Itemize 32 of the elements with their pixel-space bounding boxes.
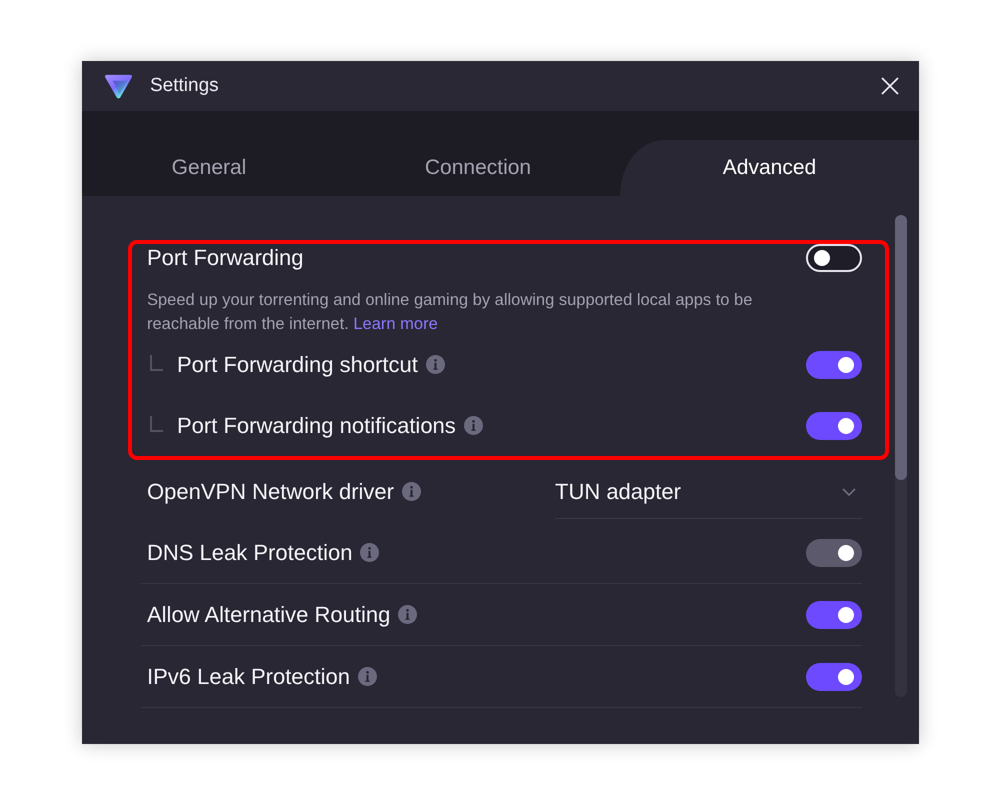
setting-label: DNS Leak Protection xyxy=(147,540,352,566)
close-icon xyxy=(881,77,899,95)
chevron-down-icon xyxy=(842,488,856,496)
dropdown[interactable]: TUN adapter xyxy=(555,466,862,518)
indent-branch-icon xyxy=(150,354,163,370)
tab[interactable]: General xyxy=(82,140,336,196)
setting-title: Port Forwarding xyxy=(147,245,304,271)
indent-branch-icon xyxy=(150,416,163,432)
scrollbar[interactable] xyxy=(895,215,907,697)
info-icon[interactable] xyxy=(464,416,483,435)
setting-label: OpenVPN Network driver xyxy=(147,478,394,504)
close-button[interactable] xyxy=(881,77,899,95)
tab[interactable]: Connection xyxy=(336,140,620,196)
setting-label: Allow Alternative Routing xyxy=(147,602,390,628)
window-title: Settings xyxy=(150,75,219,97)
toggle-switch[interactable] xyxy=(806,244,862,272)
setting-label: Port Forwarding notifications xyxy=(177,412,456,438)
setting-label: Port Forwarding shortcut xyxy=(177,352,418,378)
info-icon[interactable] xyxy=(398,605,418,624)
info-icon[interactable] xyxy=(426,355,445,374)
toggle-switch[interactable] xyxy=(806,662,862,690)
triangle-logo-icon xyxy=(104,72,133,100)
tab[interactable]: Advanced xyxy=(620,140,919,196)
toggle-switch[interactable] xyxy=(806,412,862,440)
info-icon[interactable] xyxy=(402,482,421,501)
learn-more-link[interactable]: Learn more xyxy=(353,315,438,333)
setting-label: IPv6 Leak Protection xyxy=(147,664,350,690)
setting-description: Speed up your torrenting and online gaming by allowing supported local apps to be reachable from the internet. Learn more xyxy=(147,290,754,335)
scrollbar-thumb[interactable] xyxy=(895,215,907,480)
toggle-switch[interactable] xyxy=(806,600,862,628)
toggle-switch[interactable] xyxy=(806,350,862,378)
info-icon[interactable] xyxy=(358,667,378,686)
